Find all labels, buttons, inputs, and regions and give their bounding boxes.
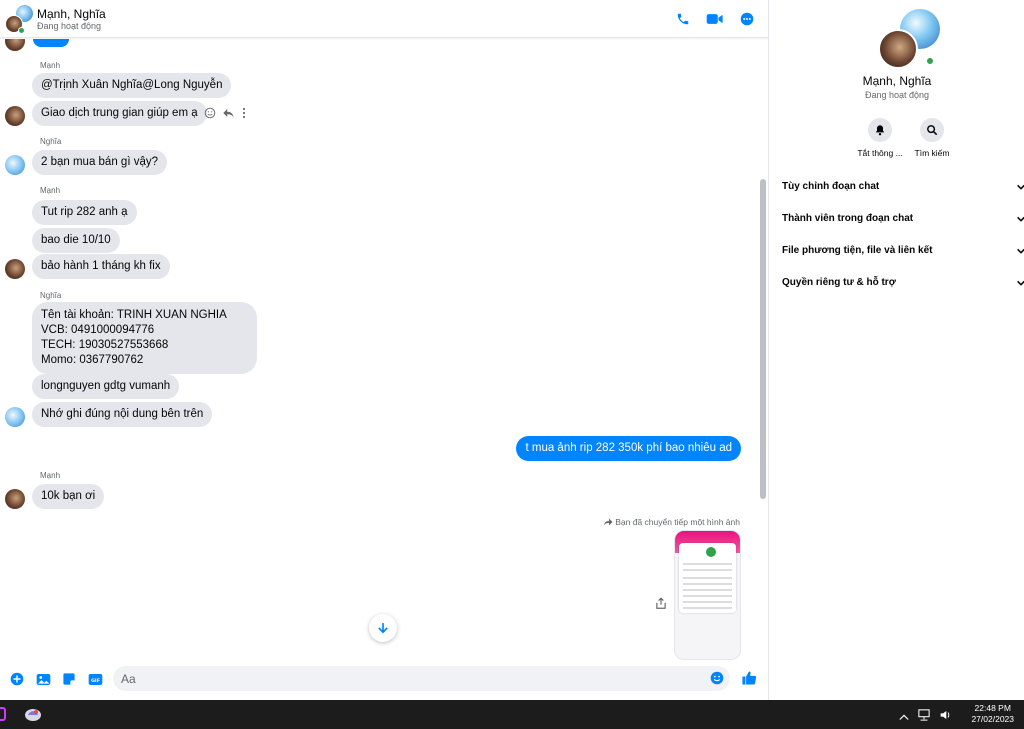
message-bubble[interactable]: bảo hành 1 tháng kh fix [32, 254, 170, 279]
clock-time: 22:48 PM [974, 703, 1011, 713]
system-tray [899, 708, 952, 726]
message-bubble[interactable]: @Trịnh Xuân Nghĩa@Long Nguyễn [32, 73, 232, 98]
chat-window: Mạnh, Nghĩa Đang hoạt động Mạnh @Trịnh X… [0, 0, 769, 700]
message-bubble[interactable]: 2 bạn mua bán gì vậy? [32, 150, 167, 175]
more-options-icon[interactable] [738, 10, 756, 28]
bell-icon [868, 118, 892, 142]
header-actions [674, 10, 756, 28]
chevron-down-icon [1017, 248, 1024, 254]
chevron-down-icon [1017, 184, 1024, 190]
avatar-manh [5, 259, 25, 279]
plus-icon[interactable] [9, 671, 25, 687]
panel-menu: Tùy chỉnh đoạn chat Thành viên trong đoạ… [782, 176, 1024, 304]
menu-item-label: Thành viên trong đoạn chat [782, 213, 914, 224]
mute-label: Tắt thông ... [857, 148, 903, 158]
forwarded-image[interactable] [674, 530, 741, 660]
gif-icon[interactable]: GIF [87, 671, 103, 687]
thumbs-up-icon[interactable] [741, 670, 757, 691]
search-label: Tìm kiếm [914, 148, 950, 158]
menu-item-label: Tùy chỉnh đoạn chat [782, 181, 880, 192]
sender-label: Nghĩa [40, 291, 62, 300]
message-bubble[interactable]: longnguyen gdtg vumanh [32, 374, 180, 399]
message-bubble[interactable]: Tên tài khoản: TRINH XUAN NGHIA VCB: 049… [32, 302, 257, 374]
sender-label: Mạnh [40, 471, 61, 480]
image-icon[interactable] [35, 671, 51, 687]
more-vertical-icon[interactable] [241, 106, 247, 124]
avatar-nghia [5, 155, 25, 175]
group-avatar[interactable] [5, 5, 33, 34]
network-icon[interactable] [917, 708, 931, 726]
menu-item-privacy-support[interactable]: Quyền riêng tư & hỗ trợ [782, 272, 1024, 304]
online-indicator [18, 27, 25, 34]
online-indicator [925, 56, 935, 66]
video-call-icon[interactable] [706, 10, 724, 28]
group-avatar-large [878, 9, 940, 69]
cut-off-bubble [33, 39, 69, 47]
sticker-icon[interactable] [61, 671, 77, 687]
chevron-down-icon [1017, 280, 1024, 286]
avatar-manh [5, 489, 25, 509]
avatar-manh [5, 39, 25, 51]
sender-label: Mạnh [40, 61, 61, 70]
message-bubble[interactable]: Nhớ ghi đúng nội dung bên trên [32, 402, 213, 427]
system-clock[interactable]: 22:48 PM 27/02/2023 [971, 703, 1014, 725]
message-list[interactable]: Mạnh @Trịnh Xuân Nghĩa@Long Nguyễn Giao … [0, 39, 760, 660]
search-icon [920, 118, 944, 142]
menu-item-customize-chat[interactable]: Tùy chỉnh đoạn chat [782, 176, 1024, 208]
chevron-down-icon [1017, 216, 1024, 222]
chat-title[interactable]: Mạnh, Nghĩa [37, 7, 106, 21]
message-scrollbar[interactable] [760, 179, 766, 499]
message-bubble[interactable]: Giao dịch trung gian giúp em ạ [32, 101, 207, 126]
panel-status: Đang hoạt động [864, 90, 930, 100]
forward-icon [603, 518, 613, 526]
message-bubble[interactable]: Tut rip 282 anh ạ [32, 200, 137, 225]
taskbar-app-icon[interactable] [24, 706, 42, 722]
svg-text:GIF: GIF [91, 677, 100, 683]
reply-icon[interactable] [222, 106, 235, 124]
forward-note-text: Bạn đã chuyển tiếp một hình ảnh [615, 517, 740, 527]
message-bubble[interactable]: 10k bạn ơi [32, 484, 105, 509]
taskbar: 22:48 PM 27/02/2023 [0, 700, 1024, 729]
react-icon[interactable] [204, 106, 216, 124]
message-input[interactable] [113, 666, 730, 691]
menu-item-chat-members[interactable]: Thành viên trong đoạn chat [782, 208, 1024, 240]
success-check-icon [706, 547, 716, 557]
search-button[interactable]: Tìm kiếm [902, 118, 962, 158]
avatar-nghia [5, 407, 25, 427]
share-icon[interactable] [655, 597, 667, 615]
avatar-manh [878, 29, 918, 69]
phone-icon[interactable] [674, 10, 692, 28]
mute-button[interactable]: Tắt thông ... [850, 118, 910, 158]
message-actions [204, 106, 247, 124]
forward-note: Bạn đã chuyển tiếp một hình ảnh [603, 517, 740, 527]
composer-actions: GIF [9, 671, 103, 687]
sender-label: Mạnh [40, 186, 61, 195]
clock-date: 27/02/2023 [971, 714, 1014, 724]
chat-status: Đang hoạt động [37, 21, 102, 31]
emoji-icon[interactable] [710, 671, 724, 690]
composer: GIF [0, 660, 768, 700]
chat-header: Mạnh, Nghĩa Đang hoạt động [0, 0, 768, 38]
chevron-up-icon[interactable] [899, 708, 909, 726]
menu-item-media-files-links[interactable]: File phương tiện, file và liên kết [782, 240, 1024, 272]
taskbar-app-icon[interactable] [0, 707, 6, 721]
sender-label: Nghĩa [40, 137, 62, 146]
menu-item-label: Quyền riêng tư & hỗ trợ [782, 277, 896, 288]
volume-icon[interactable] [939, 708, 952, 726]
message-bubble[interactable]: bao die 10/10 [32, 228, 120, 253]
my-message-bubble[interactable]: t mua ảnh rip 282 350k phí bao nhiêu ad [516, 436, 741, 461]
conversation-info-panel: Mạnh, Nghĩa Đang hoạt động Tắt thông ...… [770, 0, 1024, 700]
panel-title: Mạnh, Nghĩa [862, 74, 932, 88]
image-receipt-card [679, 543, 736, 613]
arrow-down-icon [378, 623, 388, 634]
scroll-to-bottom-button[interactable] [369, 614, 397, 642]
avatar-manh [5, 106, 25, 126]
menu-item-label: File phương tiện, file và liên kết [782, 245, 933, 256]
